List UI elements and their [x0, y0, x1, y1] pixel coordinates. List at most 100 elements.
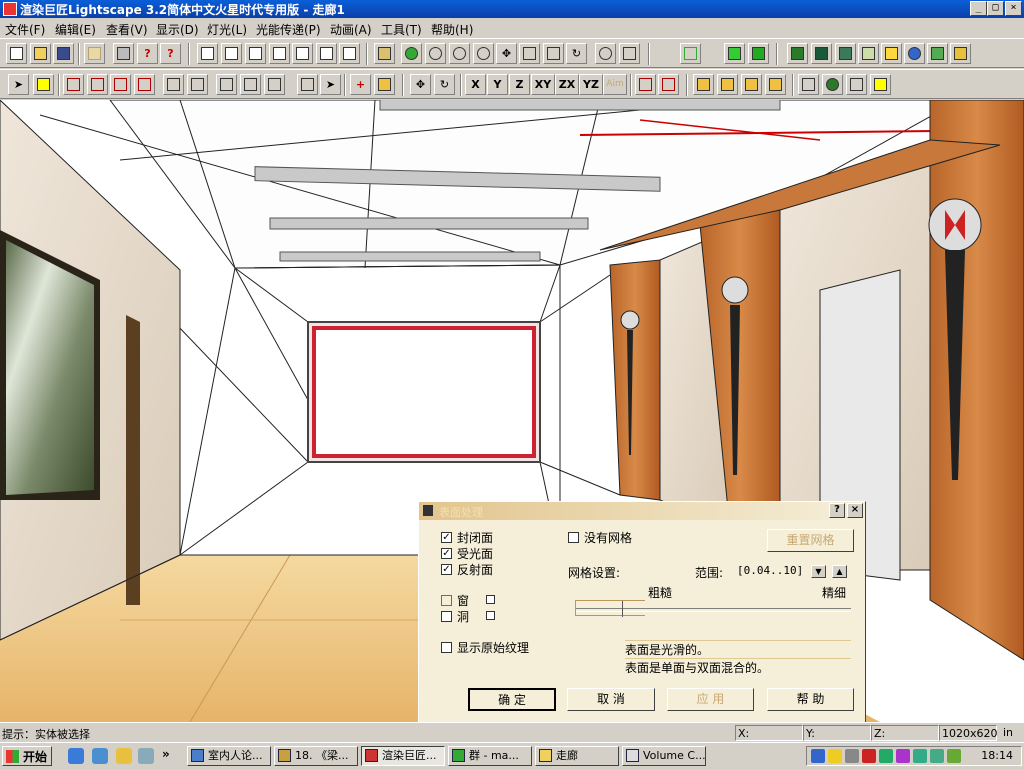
- select-surface-icon[interactable]: [63, 74, 84, 95]
- task-forum[interactable]: 室内人论...: [187, 746, 271, 766]
- zoom-extents-icon[interactable]: [595, 43, 616, 64]
- render-icon[interactable]: [822, 74, 843, 95]
- select-all-icon[interactable]: [163, 74, 184, 95]
- materials-icon[interactable]: [811, 43, 832, 64]
- light-aim-icon[interactable]: [741, 74, 762, 95]
- blocks-icon[interactable]: [835, 43, 856, 64]
- reflective-checkbox[interactable]: [441, 564, 452, 575]
- tray-icon-7[interactable]: [913, 749, 927, 763]
- closed-surface-checkbox[interactable]: [441, 532, 452, 543]
- camera-icon[interactable]: [374, 43, 395, 64]
- rotate-icon[interactable]: ↻: [566, 43, 587, 64]
- start-button[interactable]: 开始: [2, 746, 52, 766]
- axis-x-button[interactable]: X: [465, 74, 486, 95]
- orbit-icon[interactable]: [425, 43, 446, 64]
- quicklaunch-overflow[interactable]: »: [162, 747, 170, 761]
- light-rotate-icon[interactable]: [765, 74, 786, 95]
- view-top-icon[interactable]: [316, 43, 337, 64]
- range-up-button[interactable]: ▲: [832, 565, 847, 578]
- clock[interactable]: 18:14: [981, 749, 1013, 762]
- dialog-help-button[interactable]: ?: [829, 503, 845, 518]
- menu-radiosity[interactable]: 光能传递(P): [256, 21, 321, 38]
- menu-light[interactable]: 灯光(L): [207, 21, 247, 38]
- pick-group-icon[interactable]: [240, 74, 261, 95]
- plane-xy-button[interactable]: XY: [531, 74, 555, 95]
- select-arrow-icon[interactable]: ➤: [8, 74, 29, 95]
- tray-icon-5[interactable]: [879, 749, 893, 763]
- help-button[interactable]: 帮 助: [767, 688, 854, 711]
- task-chat[interactable]: 群 - ma...: [448, 746, 532, 766]
- select-object-icon[interactable]: [87, 74, 108, 95]
- dialog-close-button[interactable]: ×: [847, 503, 863, 518]
- view-bottom-icon[interactable]: [339, 43, 360, 64]
- menu-animation[interactable]: 动画(A): [330, 21, 372, 38]
- menu-help[interactable]: 帮助(H): [431, 21, 473, 38]
- view-cube-icon[interactable]: [197, 43, 218, 64]
- pan-icon[interactable]: ✥: [496, 43, 517, 64]
- add-icon[interactable]: +: [350, 74, 371, 95]
- undo-icon[interactable]: [84, 43, 105, 64]
- lights-icon[interactable]: [858, 43, 879, 64]
- tilt-icon[interactable]: [543, 43, 564, 64]
- view-left-icon[interactable]: [269, 43, 290, 64]
- mesh-slider[interactable]: [575, 600, 851, 618]
- receives-light-checkbox[interactable]: [441, 548, 452, 559]
- zoom-icon[interactable]: [473, 43, 494, 64]
- reset-mesh-button[interactable]: 重置网格: [767, 529, 854, 552]
- menu-tools[interactable]: 工具(T): [381, 21, 422, 38]
- menu-view[interactable]: 查看(V): [106, 21, 148, 38]
- apply-button[interactable]: 应 用: [667, 688, 754, 711]
- show-texture-checkbox[interactable]: [441, 642, 452, 653]
- tray-app-icon[interactable]: [828, 749, 842, 763]
- task-folder[interactable]: 走廊: [535, 746, 619, 766]
- window-checkbox[interactable]: [441, 595, 452, 606]
- ie-icon[interactable]: [68, 748, 84, 764]
- deselect-object-icon[interactable]: [134, 74, 155, 95]
- zoom-region-icon[interactable]: [449, 43, 470, 64]
- select-help-icon[interactable]: [33, 74, 54, 95]
- cancel-button[interactable]: 取 消: [567, 688, 655, 711]
- light-move-icon[interactable]: [717, 74, 738, 95]
- add-light-icon[interactable]: [374, 74, 395, 95]
- range-down-button[interactable]: ▼: [811, 565, 826, 578]
- ok-button[interactable]: 确 定: [468, 688, 556, 711]
- desktop-icon[interactable]: [116, 748, 132, 764]
- view-front-icon[interactable]: [221, 43, 242, 64]
- menu-file[interactable]: 文件(F): [5, 21, 45, 38]
- properties-icon[interactable]: [870, 74, 891, 95]
- no-mesh-checkbox[interactable]: [568, 532, 579, 543]
- view-right-icon[interactable]: [292, 43, 313, 64]
- dolly-icon[interactable]: [519, 43, 540, 64]
- axis-z-button[interactable]: Z: [509, 74, 530, 95]
- texture-icon[interactable]: [927, 43, 948, 64]
- deselect-surface-icon[interactable]: [110, 74, 131, 95]
- move-icon[interactable]: ✥: [410, 74, 431, 95]
- menu-display[interactable]: 显示(D): [156, 21, 199, 38]
- select-mode-icon[interactable]: ➤: [320, 74, 341, 95]
- solid-icon[interactable]: [724, 43, 745, 64]
- network-icon[interactable]: [811, 749, 825, 763]
- app-icon[interactable]: [3, 2, 17, 16]
- task-volume[interactable]: Volume C...: [622, 746, 706, 766]
- process-icon[interactable]: [846, 74, 867, 95]
- context-help-icon[interactable]: ?: [160, 43, 181, 64]
- shaded-icon[interactable]: [748, 43, 769, 64]
- close-button[interactable]: ×: [1005, 1, 1022, 16]
- print-icon[interactable]: [113, 43, 134, 64]
- rotate-object-icon[interactable]: ↻: [434, 74, 455, 95]
- plane-yz-button[interactable]: YZ: [579, 74, 603, 95]
- tray-icon-6[interactable]: [896, 749, 910, 763]
- save-icon[interactable]: [53, 43, 74, 64]
- light-edit-icon[interactable]: [693, 74, 714, 95]
- open-folder-icon[interactable]: [30, 43, 51, 64]
- surface-icon[interactable]: [297, 74, 318, 95]
- task-lightscape[interactable]: 渲染巨匠...: [361, 746, 445, 766]
- zoom-window-icon[interactable]: [619, 43, 640, 64]
- pick-icon[interactable]: [216, 74, 237, 95]
- menu-edit[interactable]: 编辑(E): [55, 21, 96, 38]
- globe-icon[interactable]: [904, 43, 925, 64]
- layer-icon[interactable]: [798, 74, 819, 95]
- invert-selection-icon[interactable]: [187, 74, 208, 95]
- view-back-icon[interactable]: [245, 43, 266, 64]
- wireframe-icon[interactable]: [680, 43, 701, 64]
